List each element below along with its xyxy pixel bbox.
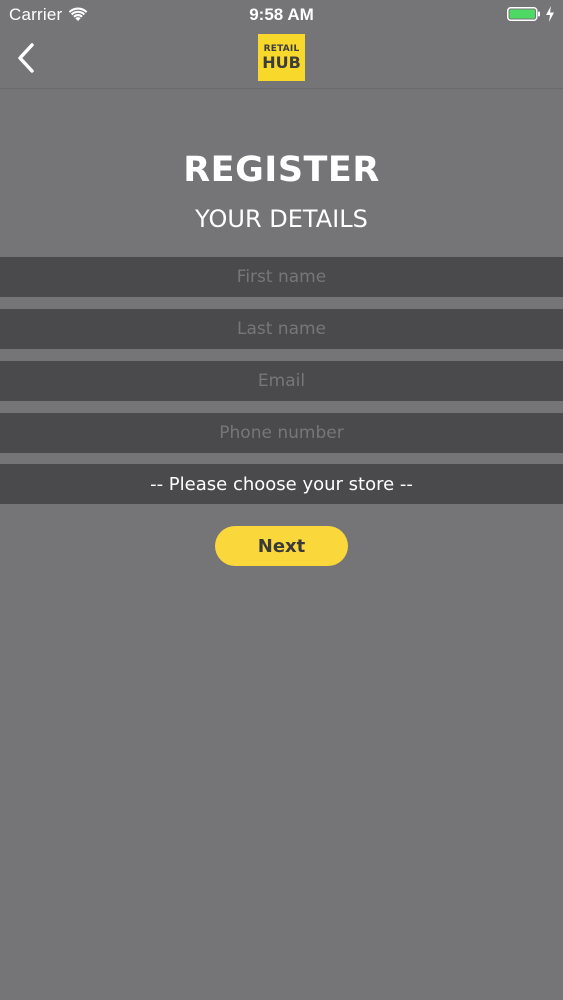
battery-charging-icon: [507, 7, 540, 21]
first-name-field[interactable]: [0, 257, 563, 297]
store-select[interactable]: -- Please choose your store --: [0, 464, 563, 504]
page-subtitle: YOUR DETAILS: [195, 205, 368, 233]
email-field[interactable]: [0, 361, 563, 401]
retail-hub-logo: RETAIL HUB: [258, 34, 305, 81]
nav-bar: RETAIL HUB: [0, 28, 563, 89]
store-select-label: -- Please choose your store --: [150, 473, 413, 495]
back-button[interactable]: [10, 40, 42, 76]
last-name-field[interactable]: [0, 309, 563, 349]
phone-number-field[interactable]: [0, 413, 563, 453]
next-button[interactable]: Next: [215, 526, 348, 566]
status-time: 9:58 AM: [249, 5, 314, 24]
chevron-left-icon: [18, 43, 34, 73]
status-bar: Carrier 9:58 AM: [0, 0, 563, 28]
logo-line-2: HUB: [262, 52, 301, 72]
charging-bolt-icon: [546, 6, 554, 22]
page-title: REGISTER: [183, 150, 380, 190]
